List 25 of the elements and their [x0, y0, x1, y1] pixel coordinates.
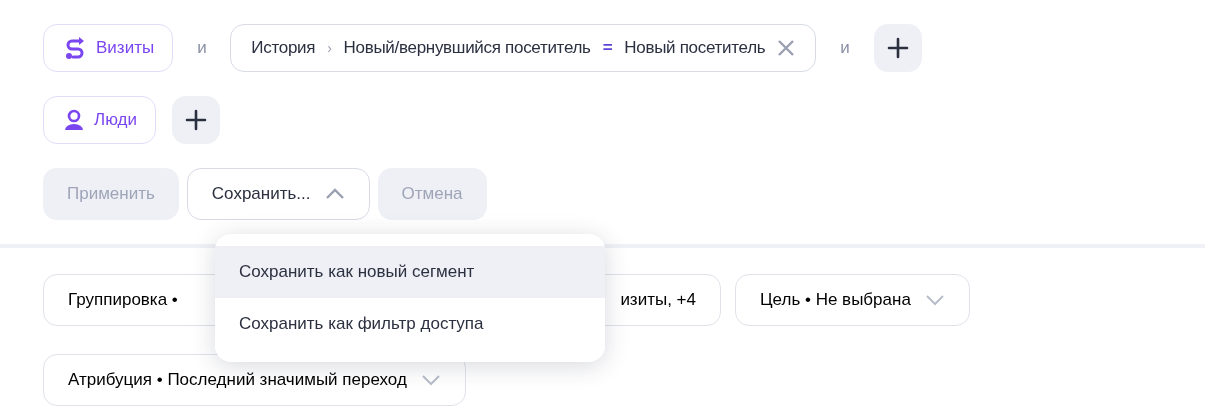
- person-icon: [64, 109, 84, 131]
- segment-button[interactable]: Визиты: [43, 24, 174, 72]
- condition-field: Новый/вернувшийся посетитель: [343, 35, 591, 61]
- add-button[interactable]: [873, 24, 922, 72]
- conjunction-label: и: [839, 37, 851, 60]
- remove-button[interactable]: [777, 39, 796, 57]
- route-icon: [64, 37, 86, 59]
- caret-icon: [420, 374, 441, 386]
- settings-chip[interactable]: Атрибуция • Последний значимый переход: [43, 354, 466, 406]
- segment-button[interactable]: Люди: [43, 96, 156, 144]
- operator-label: =: [602, 37, 613, 60]
- save-dropdown[interactable]: Сохранить...: [186, 168, 370, 220]
- caret-icon: [924, 294, 945, 306]
- add-button[interactable]: [171, 96, 220, 144]
- chevron-text: ›: [327, 38, 332, 58]
- settings-chip[interactable]: Цель • Не выбрана: [735, 274, 970, 326]
- close-icon: [777, 39, 796, 57]
- condition-chip[interactable]: История › Новый/вернувшийся посетитель = Новый посетитель: [230, 24, 817, 72]
- menu-item[interactable]: Сохранить как фильтр доступа: [215, 298, 605, 350]
- plus-icon: [184, 109, 207, 131]
- condition-value: Новый посетитель: [624, 37, 766, 60]
- plus-icon: [886, 37, 909, 59]
- conjunction-label: и: [196, 37, 208, 60]
- menu-item[interactable]: Сохранить как новый сегмент: [215, 246, 605, 298]
- condition-path: История: [251, 37, 316, 60]
